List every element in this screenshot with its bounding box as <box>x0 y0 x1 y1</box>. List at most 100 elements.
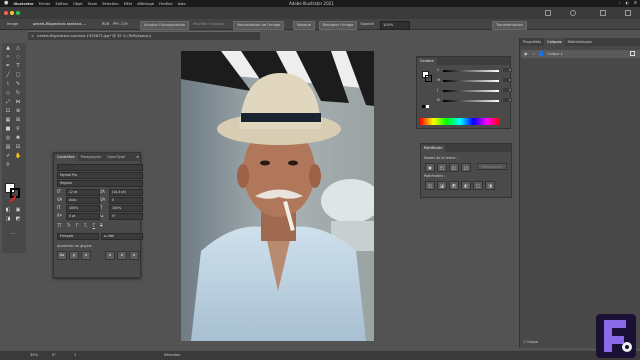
direct-selection-tool-icon[interactable]: △ <box>15 45 21 51</box>
font-style-select[interactable]: Regular <box>57 180 143 187</box>
minimize-window-icon[interactable] <box>10 11 14 15</box>
paintbrush-icon[interactable]: ⌇ <box>5 81 11 87</box>
slice-tool-icon[interactable]: ⌿ <box>5 153 11 159</box>
outline-icon[interactable]: □ <box>473 181 483 190</box>
subscript-button[interactable]: T, <box>84 223 88 228</box>
zoom-level[interactable]: 35% <box>30 351 52 360</box>
arrange-icon[interactable] <box>600 10 606 16</box>
pencil-icon[interactable]: ✎ <box>15 81 21 87</box>
draw-normal-icon[interactable]: ◧ <box>5 207 11 213</box>
document-tab[interactable]: × pexels-fitguestoro-santana-1935873.jpg… <box>28 31 260 40</box>
strikethrough-button[interactable]: T <box>100 223 102 228</box>
baseline-field[interactable]: 0 pt <box>66 213 100 220</box>
snap-baseline-button[interactable]: Aa <box>57 251 67 260</box>
color-spectrum[interactable] <box>420 118 500 125</box>
superscript-button[interactable]: T' <box>75 223 79 228</box>
magic-wand-icon[interactable]: ✧ <box>5 54 11 60</box>
channel-m-value[interactable]: 0 <box>503 78 512 82</box>
menu-extras-icon[interactable]: ☰ <box>634 0 637 7</box>
white-swatch[interactable] <box>426 105 429 108</box>
embed-button[interactable]: Annuler l'incorporation <box>140 21 190 30</box>
channel-c-value[interactable]: 0 <box>503 68 512 72</box>
tab-couleur[interactable]: Couleur <box>417 58 437 65</box>
expand-layer-icon[interactable]: › <box>533 51 535 56</box>
document-close-icon[interactable]: × <box>31 34 34 38</box>
modify-original-button[interactable]: Modifier l'original <box>193 21 224 28</box>
channel-j-slider[interactable] <box>443 90 499 92</box>
type-tool-icon[interactable]: T <box>15 63 21 69</box>
layer-target-icon[interactable] <box>630 51 635 56</box>
share-icon[interactable] <box>625 10 631 16</box>
hand-tool-icon[interactable]: ✋ <box>15 153 21 159</box>
intersect-icon[interactable]: ◱ <box>449 163 459 172</box>
apple-menu-icon[interactable]: ● <box>4 0 8 7</box>
vertical-scale-field[interactable]: 100% <box>66 205 100 212</box>
language-select[interactable]: Français <box>57 233 99 240</box>
draw-behind-icon[interactable]: ◨ <box>5 216 11 222</box>
menu-effet[interactable]: Effet <box>124 2 132 6</box>
blend-tool-icon[interactable]: ◎ <box>5 135 11 141</box>
menu-edition[interactable]: Edition <box>56 2 68 6</box>
menu-illustrator[interactable]: Illustrator <box>13 2 33 6</box>
mask-button[interactable]: Masque <box>293 21 315 30</box>
search-help-icon[interactable] <box>570 10 576 16</box>
pen-tool-icon[interactable]: ✒ <box>5 63 11 69</box>
graph-tool-icon[interactable]: ▤ <box>5 144 11 150</box>
menu-fichier[interactable]: Fichier <box>39 2 51 6</box>
layer-name[interactable]: Calque 1 <box>547 50 563 58</box>
menu-affichage[interactable]: Affichage <box>137 2 154 6</box>
line-tool-icon[interactable]: ╱ <box>5 72 11 78</box>
edit-toolbar-icon[interactable]: ⋯ <box>10 231 16 237</box>
tracking-field[interactable]: 0 <box>109 197 143 204</box>
tab-proprietes[interactable]: Propriétés <box>520 38 544 46</box>
crop-icon[interactable]: ◧ <box>461 181 471 190</box>
gradient-tool-icon[interactable]: ■ <box>5 126 11 132</box>
menu-selection[interactable]: Sélection <box>102 2 119 6</box>
mesh-tool-icon[interactable]: ⊞ <box>15 117 21 123</box>
snap-anchor-button[interactable]: A <box>129 251 139 260</box>
snap-angular-button[interactable]: A <box>117 251 127 260</box>
horizontal-scale-field[interactable]: 100% <box>109 205 143 212</box>
trim-icon[interactable]: ◪ <box>437 181 447 190</box>
rotation-field[interactable]: 0° <box>109 213 143 220</box>
tab-caractere[interactable]: Caractère <box>54 154 78 161</box>
panel-menu-icon[interactable]: ≡ <box>136 154 139 159</box>
exclude-icon[interactable]: ◲ <box>461 163 471 172</box>
tab-opentype[interactable]: OpenType <box>104 154 128 161</box>
artboard-number[interactable]: 1 <box>74 351 104 360</box>
underline-button[interactable]: T <box>93 223 95 228</box>
layer-row[interactable]: ◉ › Calque 1 <box>521 50 640 58</box>
placed-photo[interactable] <box>181 51 374 341</box>
draw-inside-icon[interactable]: ◩ <box>15 216 21 222</box>
channel-c-slider[interactable] <box>443 70 499 72</box>
snap-xheight-button[interactable]: A̲ <box>69 251 79 260</box>
menu-texte[interactable]: Texte <box>88 2 97 6</box>
channel-m-slider[interactable] <box>443 80 499 82</box>
screen-mode-icon[interactable]: ▣ <box>15 207 21 213</box>
symbol-sprayer-icon[interactable]: ✺ <box>15 135 21 141</box>
lasso-icon[interactable]: ◌ <box>15 54 21 60</box>
control-center-icon[interactable]: ◐ <box>626 0 629 7</box>
tab-bibliotheques[interactable]: Bibliothèques <box>565 38 595 46</box>
zoom-window-icon[interactable] <box>16 11 20 15</box>
minus-front-icon[interactable]: ◰ <box>437 163 447 172</box>
all-caps-button[interactable]: TT <box>57 223 62 228</box>
width-tool-icon[interactable]: ⋈ <box>15 99 21 105</box>
opacity-field[interactable]: 100% <box>380 21 410 30</box>
vectorize-button[interactable]: Vectorisation de l'image <box>233 21 285 30</box>
eyedropper-icon[interactable]: ⚲ <box>15 126 21 132</box>
perspective-grid-icon[interactable]: ▦ <box>5 117 11 123</box>
minus-back-icon[interactable]: ◨ <box>485 181 495 190</box>
small-caps-button[interactable]: Tr <box>67 223 71 228</box>
expand-button[interactable]: Décomposer <box>477 163 508 170</box>
artboard-tool-icon[interactable]: ⊟ <box>15 144 21 150</box>
anti-alias-select[interactable]: aₐ Net <box>101 233 143 240</box>
shape-builder-icon[interactable]: ⊕ <box>15 108 21 114</box>
leading-field[interactable]: (14,4 pt) <box>109 189 143 196</box>
selection-tool-icon[interactable]: ▲ <box>5 45 11 51</box>
tab-paragraphe[interactable]: Paragraphe <box>78 154 105 161</box>
kerning-field[interactable]: Auto <box>66 197 100 204</box>
free-transform-icon[interactable]: ⊡ <box>5 108 11 114</box>
channel-n-value[interactable]: 0 <box>503 98 512 102</box>
zoom-tool-icon[interactable]: ⚲ <box>5 162 11 168</box>
